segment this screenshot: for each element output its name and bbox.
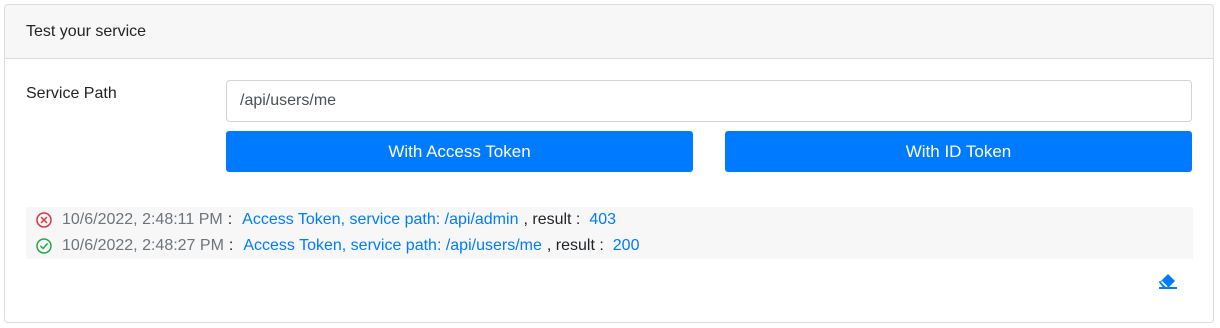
with-access-token-button[interactable]: With Access Token <box>226 131 693 172</box>
log-separator: : <box>227 211 233 228</box>
log-result-label: , result : <box>523 211 581 228</box>
service-path-input[interactable] <box>226 80 1192 122</box>
log-timestamp: 10/6/2022, 2:48:27 PM <box>62 237 224 254</box>
card-header: Test your service <box>5 5 1213 59</box>
check-circle-icon <box>36 238 52 254</box>
service-path-label: Service Path <box>26 85 117 102</box>
log-result-code-link[interactable]: 200 <box>613 237 640 255</box>
log-result-label: , result : <box>546 237 604 254</box>
log-separator: : <box>228 237 234 254</box>
test-service-card: Test your service Service Path With Acce… <box>4 4 1214 323</box>
card-title: Test your service <box>26 22 147 40</box>
log-timestamp: 10/6/2022, 2:48:11 PM <box>62 211 223 228</box>
x-circle-icon <box>36 212 52 228</box>
with-id-token-button[interactable]: With ID Token <box>725 131 1192 172</box>
log-entry: 10/6/2022, 2:48:27 PM : Access Token, se… <box>26 233 1193 259</box>
result-log: 10/6/2022, 2:48:11 PM : Access Token, se… <box>26 207 1193 259</box>
log-entry: 10/6/2022, 2:48:11 PM : Access Token, se… <box>26 207 1193 233</box>
eraser-icon[interactable] <box>1157 271 1179 289</box>
log-description-link[interactable]: Access Token, service path: /api/users/m… <box>243 237 542 255</box>
log-result-code-link[interactable]: 403 <box>589 211 616 229</box>
log-description-link[interactable]: Access Token, service path: /api/admin <box>242 211 518 229</box>
